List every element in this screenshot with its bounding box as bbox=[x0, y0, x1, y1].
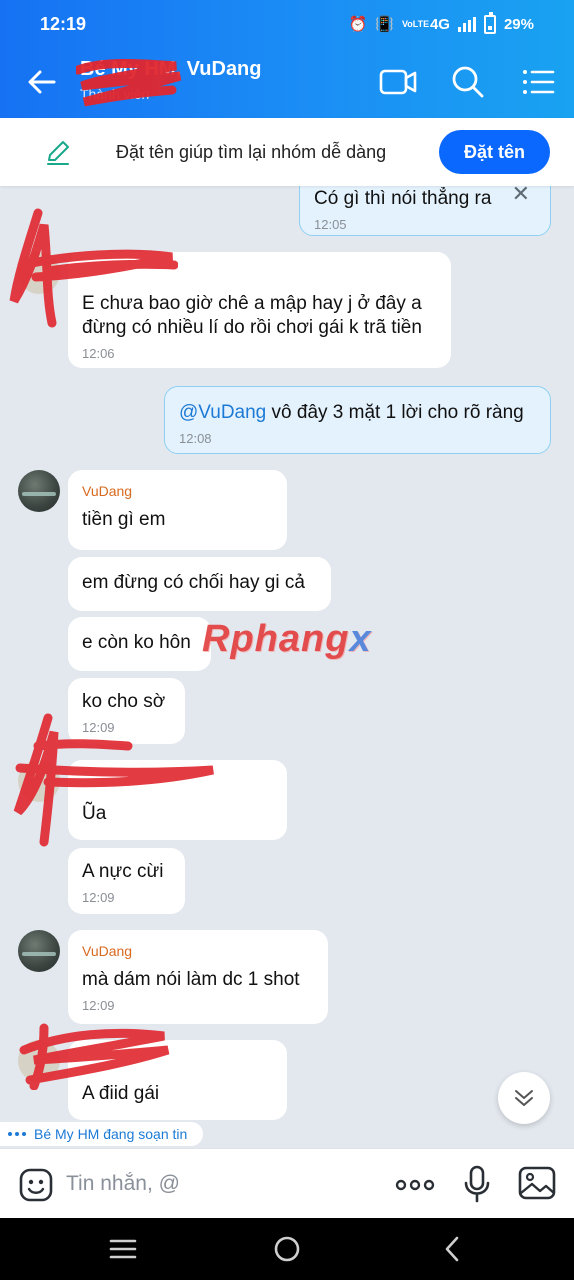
avatar[interactable] bbox=[18, 1040, 60, 1082]
app-header: 12:19 ⏰ 📳 VoLTE 4G 29% Bé My HM, VuDang … bbox=[0, 0, 574, 118]
message-time: 12:09 bbox=[82, 998, 115, 1013]
app-bar: Bé My HM, VuDang Thành viên bbox=[0, 48, 574, 118]
message-text: mà dám nói làm dc 1 shot bbox=[82, 969, 300, 990]
rename-group-button[interactable]: Đặt tên bbox=[439, 130, 550, 174]
vibrate-icon: 📳 bbox=[375, 16, 394, 33]
message-time: 12:09 bbox=[82, 890, 115, 905]
signal-icon bbox=[457, 16, 476, 32]
message-text: Ũa bbox=[82, 803, 107, 824]
message-input[interactable] bbox=[66, 1166, 316, 1202]
message-text: e còn ko hôn bbox=[82, 632, 191, 653]
typing-indicator: Bé My HM đang soạn tin bbox=[0, 1122, 204, 1146]
message-bubble-incoming[interactable]: A nực cừi 12:09 bbox=[68, 848, 185, 914]
battery-percent: 29% bbox=[503, 15, 534, 33]
back-nav-icon[interactable] bbox=[438, 1234, 468, 1264]
message-bubble-incoming[interactable]: e còn ko hôn bbox=[68, 617, 211, 671]
alarm-icon: ⏰ bbox=[348, 16, 368, 33]
message-text: E chưa bao giờ chê a mập hay j ở đây a đ… bbox=[82, 293, 422, 338]
message-text: @VuDang vô đây 3 mặt 1 lời cho rõ ràng bbox=[179, 402, 524, 423]
message-text: A nực cừi bbox=[82, 861, 164, 882]
sender-name[interactable]: VuDang bbox=[82, 482, 273, 500]
system-nav-bar bbox=[0, 1218, 574, 1280]
network-label: 4G bbox=[429, 15, 450, 33]
message-bubble-incoming[interactable]: ko cho sờ 12:09 bbox=[68, 678, 185, 744]
message-bubble-incoming[interactable]: E chưa bao giờ chê a mập hay j ở đây a đ… bbox=[68, 252, 451, 368]
message-bubble-incoming[interactable]: Ũa bbox=[68, 760, 287, 840]
message-bubble-outgoing[interactable]: @VuDang vô đây 3 mặt 1 lời cho rõ ràng 1… bbox=[164, 386, 551, 454]
avatar[interactable] bbox=[18, 760, 60, 802]
message-text: A điid gái bbox=[82, 1083, 160, 1104]
banner-text: Đặt tên giúp tìm lại nhóm dễ dàng bbox=[116, 142, 387, 162]
redaction-scribble bbox=[76, 59, 182, 107]
emoji-icon[interactable] bbox=[18, 1167, 54, 1203]
rename-group-banner: Đặt tên giúp tìm lại nhóm dễ dàng Đặt tê… bbox=[0, 118, 574, 186]
sender-name[interactable]: VuDang bbox=[82, 942, 314, 960]
scroll-to-bottom-button[interactable] bbox=[498, 1072, 550, 1124]
home-icon[interactable] bbox=[272, 1234, 302, 1264]
message-time: 12:09 bbox=[82, 720, 115, 735]
typing-dots-icon bbox=[8, 1132, 26, 1136]
message-text: ko cho sờ bbox=[82, 691, 166, 712]
search-icon[interactable] bbox=[448, 62, 488, 102]
pencil-icon bbox=[47, 141, 69, 165]
message-bubble-incoming[interactable]: em đừng có chối hay gi cả bbox=[68, 557, 331, 611]
message-bubble-incoming[interactable]: A điid gái bbox=[68, 1040, 287, 1120]
close-icon[interactable]: ✕ bbox=[512, 183, 530, 205]
status-icons: ⏰ 📳 VoLTE 4G 29% bbox=[348, 11, 534, 34]
message-bubble-incoming[interactable]: VuDang tiền gì em bbox=[68, 470, 287, 550]
message-text: em đừng có chối hay gi cả bbox=[82, 572, 305, 593]
typing-text: Bé My HM đang soạn tin bbox=[34, 1126, 188, 1142]
avatar[interactable] bbox=[18, 252, 60, 294]
message-time: 12:05 bbox=[314, 217, 347, 232]
image-icon[interactable] bbox=[518, 1165, 556, 1201]
video-call-icon[interactable] bbox=[378, 62, 418, 102]
list-menu-icon[interactable] bbox=[518, 62, 558, 102]
arrow-left-icon[interactable] bbox=[24, 64, 60, 100]
battery-icon bbox=[483, 11, 496, 34]
message-time: 12:06 bbox=[82, 346, 115, 361]
message-text: tiền gì em bbox=[82, 509, 166, 530]
status-time: 12:19 bbox=[40, 13, 87, 34]
mention-link[interactable]: @VuDang bbox=[179, 402, 266, 423]
volte-label: VoLTE bbox=[401, 18, 430, 29]
watermark: Rphangx bbox=[202, 618, 372, 660]
microphone-icon[interactable] bbox=[462, 1165, 492, 1203]
status-bar: 12:19 ⏰ 📳 VoLTE 4G 29% bbox=[0, 0, 574, 48]
message-text: Có gì thì nói thẳng ra bbox=[314, 188, 492, 209]
message-bubble-incoming[interactable]: VuDang mà dám nói làm dc 1 shot 12:09 bbox=[68, 930, 328, 1024]
avatar[interactable] bbox=[18, 470, 60, 512]
avatar[interactable] bbox=[18, 930, 60, 972]
recent-apps-icon[interactable] bbox=[108, 1234, 138, 1264]
message-composer bbox=[0, 1148, 574, 1218]
message-time: 12:08 bbox=[179, 431, 212, 446]
chevron-down-double-icon bbox=[515, 1090, 533, 1106]
more-dots-icon[interactable] bbox=[394, 1171, 436, 1199]
